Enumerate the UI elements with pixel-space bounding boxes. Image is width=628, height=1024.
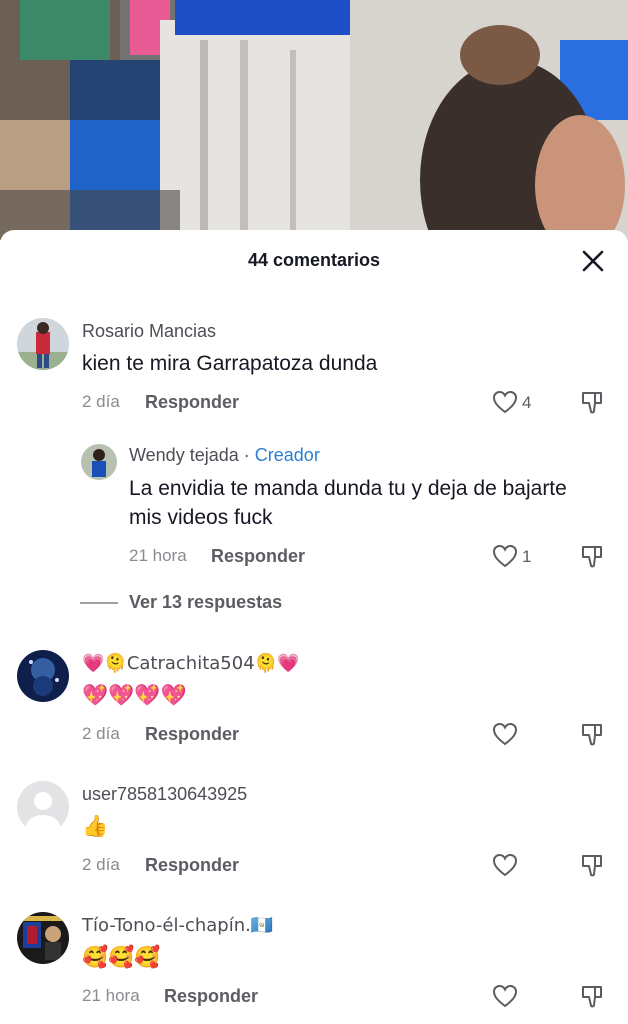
- reply-username-text[interactable]: Wendy tejada: [129, 445, 239, 465]
- reply-button[interactable]: Responder: [164, 986, 258, 1007]
- comment-text: 👍: [82, 814, 109, 838]
- close-button[interactable]: [580, 248, 606, 274]
- comment-time: 2 día: [82, 724, 120, 743]
- avatar[interactable]: [81, 444, 117, 480]
- like-button[interactable]: [492, 390, 518, 419]
- dislike-button[interactable]: [580, 544, 604, 575]
- default-avatar-icon: [17, 781, 69, 833]
- comments-count-title: 44 comentarios: [247, 250, 381, 270]
- creator-badge: Creador: [254, 445, 320, 465]
- comment-text: 🥰🥰🥰: [82, 945, 161, 969]
- reply-text-line-1: La envidia te manda dunda tu y deja de b…: [129, 477, 567, 500]
- comment-time: 2 día: [82, 855, 120, 874]
- thumbs-down-icon: [582, 986, 602, 1008]
- comment-time: 2 día: [82, 392, 120, 411]
- reply-button[interactable]: Responder: [145, 724, 239, 745]
- comment-time: 21 hora: [129, 546, 187, 565]
- avatar-image: [17, 318, 69, 370]
- heart-icon: [492, 722, 518, 746]
- divider-line: [80, 602, 118, 604]
- comment-text: kien te mira Garrapatoza dunda: [82, 352, 378, 375]
- comment-username[interactable]: 💗🫠Catrachita504🫠💗: [82, 653, 300, 674]
- dislike-button[interactable]: [580, 984, 604, 1015]
- video-frame: [0, 0, 628, 240]
- comment-username[interactable]: user7858130643925: [82, 784, 247, 805]
- thumbs-down-icon: [582, 546, 602, 568]
- avatar[interactable]: [17, 318, 69, 370]
- dislike-button[interactable]: [580, 390, 604, 421]
- heart-icon: [492, 984, 518, 1008]
- like-button[interactable]: [492, 984, 518, 1013]
- avatar-image: [17, 912, 69, 964]
- like-button[interactable]: [492, 853, 518, 882]
- reply-text-line-2: mis videos fuck: [129, 506, 273, 529]
- heart-icon: [492, 853, 518, 877]
- avatar-image: [17, 650, 69, 702]
- thumbs-down-icon: [582, 392, 602, 414]
- dislike-button[interactable]: [580, 853, 604, 884]
- like-count: 4: [522, 393, 532, 412]
- like-button[interactable]: [492, 722, 518, 751]
- thumbs-down-icon: [582, 724, 602, 746]
- dislike-button[interactable]: [580, 722, 604, 753]
- reply-button[interactable]: Responder: [145, 855, 239, 876]
- comments-sheet: 44 comentarios Rosario Mancias kien te m…: [0, 230, 628, 1024]
- video-background: [0, 0, 628, 240]
- reply-button[interactable]: Responder: [145, 392, 239, 413]
- comment-username[interactable]: Rosario Mancias: [82, 321, 216, 342]
- reply-button[interactable]: Responder: [211, 546, 305, 567]
- comment-username[interactable]: Tío-Tono-él-chapín.🇬🇹: [82, 915, 273, 936]
- comment-text: 💖💖💖💖: [82, 683, 187, 707]
- avatar-image: [81, 444, 117, 480]
- like-button[interactable]: [492, 544, 518, 573]
- comment-time: 21 hora: [82, 986, 140, 1005]
- badge-separator: ·: [243, 445, 250, 465]
- reply-username: Wendy tejada · Creador: [129, 445, 320, 466]
- avatar[interactable]: [17, 912, 69, 964]
- view-replies-label: Ver 13 respuestas: [129, 592, 283, 612]
- avatar[interactable]: [17, 781, 69, 833]
- heart-icon: [492, 544, 518, 568]
- like-count: 1: [522, 547, 532, 566]
- avatar[interactable]: [17, 650, 69, 702]
- close-icon: [582, 250, 604, 272]
- thumbs-down-icon: [582, 855, 602, 877]
- heart-icon: [492, 390, 518, 414]
